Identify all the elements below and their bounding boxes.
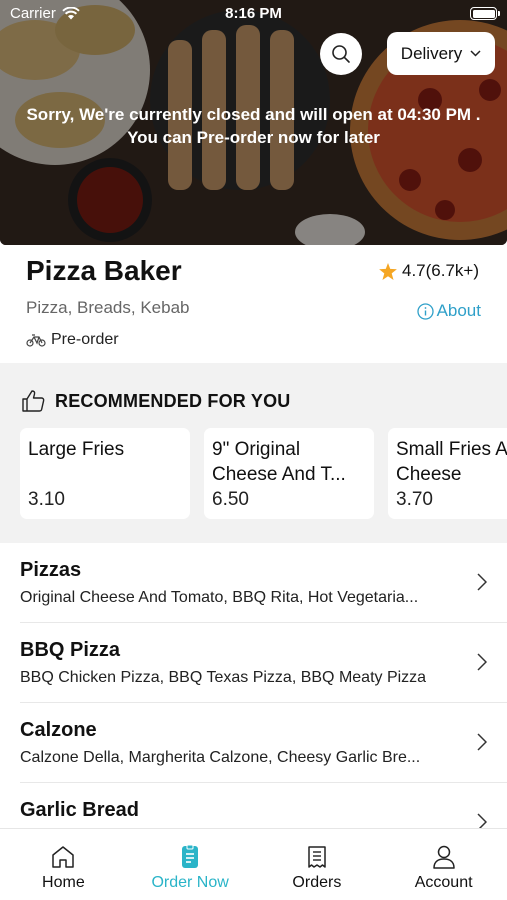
tab-home-label: Home	[42, 874, 85, 891]
status-bar: Carrier 8:16 PM	[0, 0, 507, 28]
store-info: Pizza Baker 4.7(6.7k+) Pizza, Breads, Ke…	[0, 245, 507, 363]
bike-icon	[26, 334, 46, 347]
thumbs-up-icon	[22, 390, 45, 412]
chevron-right-icon	[477, 653, 487, 671]
tab-order-now-label: Order Now	[151, 874, 229, 891]
item-name-line-1: Small Fries A	[396, 439, 507, 460]
item-price: 3.70	[396, 489, 433, 510]
recommended-title: RECOMMENDED FOR YOU	[55, 390, 291, 411]
store-cuisine: Pizza, Breads, Kebab	[26, 298, 190, 317]
hero-banner: Carrier 8:16 PM Delivery Sorry, We're cu…	[0, 0, 507, 245]
category-row-pizzas[interactable]: Pizzas Original Cheese And Tomato, BBQ R…	[20, 543, 507, 623]
category-name: Calzone	[20, 719, 97, 741]
about-label: About	[436, 301, 481, 320]
user-icon	[432, 845, 455, 869]
category-name: Pizzas	[20, 559, 82, 581]
item-name-line-1: 9" Original	[212, 439, 301, 460]
category-row-garlic-bread[interactable]: Garlic Bread	[20, 783, 507, 828]
rating-value: 4.7(6.7k+)	[401, 261, 479, 280]
tab-order-now[interactable]: Order Now	[127, 829, 254, 900]
about-link[interactable]: About	[416, 301, 481, 321]
closed-notice: Sorry, We're currently closed and will o…	[0, 103, 507, 149]
tab-account[interactable]: Account	[380, 829, 507, 900]
closed-notice-line-2: You can Pre-order now for later	[127, 128, 380, 147]
order-icon	[182, 844, 199, 868]
category-row-bbq-pizza[interactable]: BBQ Pizza BBQ Chicken Pizza, BBQ Texas P…	[20, 623, 507, 703]
receipt-icon	[308, 846, 326, 868]
item-price: 3.10	[28, 489, 65, 510]
recommended-item[interactable]: Small Fries A Cheese 3.70	[388, 428, 507, 519]
item-name-line-2: Cheese And T...	[212, 464, 346, 485]
store-rating: 4.7(6.7k+)	[379, 261, 479, 281]
category-description: Original Cheese And Tomato, BBQ Rita, Ho…	[20, 589, 419, 606]
store-name: Pizza Baker	[26, 255, 182, 286]
bottom-tab-bar: Home Order Now Orders Account	[0, 828, 507, 900]
category-description: Calzone Della, Margherita Calzone, Chees…	[20, 749, 421, 766]
recommended-item[interactable]: Large Fries 3.10	[20, 428, 190, 519]
recommended-section: RECOMMENDED FOR YOU Large Fries 3.10 9" …	[0, 363, 507, 543]
chevron-right-icon	[477, 813, 487, 828]
delivery-mode-dropdown[interactable]: Delivery	[387, 32, 495, 75]
recommended-header: RECOMMENDED FOR YOU	[22, 390, 290, 412]
category-description: BBQ Chicken Pizza, BBQ Texas Pizza, BBQ …	[20, 669, 427, 686]
home-icon	[52, 846, 75, 868]
category-row-calzone[interactable]: Calzone Calzone Della, Margherita Calzon…	[20, 703, 507, 783]
tab-orders[interactable]: Orders	[254, 829, 381, 900]
status-time: 8:16 PM	[225, 5, 282, 22]
search-button[interactable]	[320, 33, 362, 75]
battery-icon	[470, 7, 500, 20]
menu-categories: Pizzas Original Cheese And Tomato, BBQ R…	[0, 543, 507, 828]
chevron-right-icon	[477, 573, 487, 591]
star-icon	[379, 262, 397, 280]
info-icon	[416, 302, 434, 320]
recommended-list: Large Fries 3.10 9" Original Cheese And …	[20, 428, 507, 519]
item-name-line-2: Cheese	[396, 464, 462, 485]
chevron-down-icon	[470, 50, 481, 57]
item-name-line-1: Large Fries	[28, 439, 125, 460]
item-price: 6.50	[212, 489, 249, 510]
category-name: BBQ Pizza	[20, 639, 121, 661]
tab-home[interactable]: Home	[0, 829, 127, 900]
search-icon	[332, 45, 350, 63]
closed-notice-line-1: Sorry, We're currently closed and will o…	[26, 105, 481, 124]
tab-account-label: Account	[414, 874, 473, 891]
preorder-badge: Pre-order	[26, 331, 119, 349]
delivery-mode-label: Delivery	[400, 43, 463, 63]
category-name: Garlic Bread	[20, 799, 139, 821]
preorder-label: Pre-order	[51, 331, 119, 348]
recommended-item[interactable]: 9" Original Cheese And T... 6.50	[204, 428, 374, 519]
tab-orders-label: Orders	[292, 874, 342, 891]
chevron-right-icon	[477, 733, 487, 751]
